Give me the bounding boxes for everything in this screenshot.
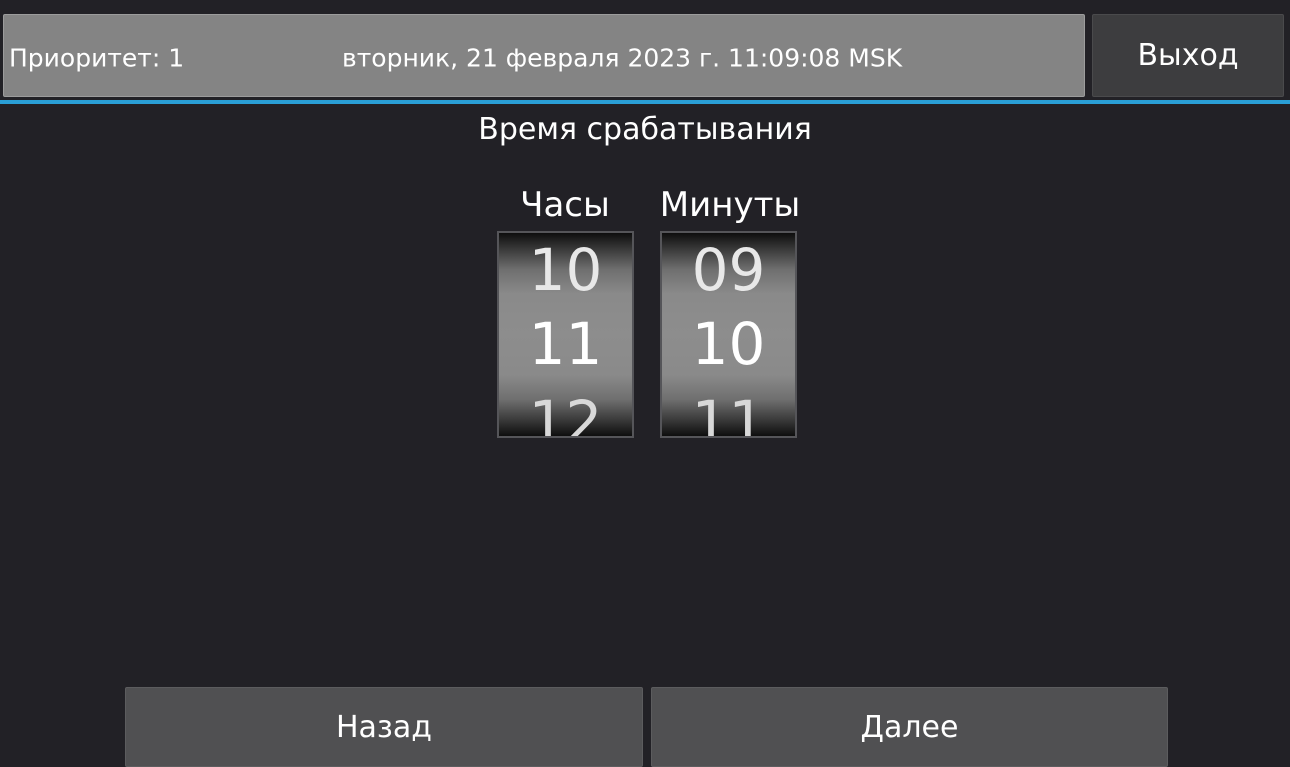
hours-label: Часы: [520, 185, 610, 225]
hours-tumbler[interactable]: 10 11 12: [497, 231, 634, 438]
header-divider: [0, 100, 1290, 104]
minutes-tumbler[interactable]: 09 10 11: [660, 231, 797, 438]
hours-prev-value[interactable]: 10: [499, 241, 632, 299]
priority-indicator: Приоритет: 1: [9, 43, 185, 73]
status-bar: Приоритет: 1 вторник, 21 февраля 2023 г.…: [3, 14, 1085, 97]
back-button[interactable]: Назад: [125, 687, 643, 767]
hours-next-value[interactable]: 12: [499, 393, 632, 436]
minutes-label: Минуты: [659, 185, 801, 225]
screen: Приоритет: 1 вторник, 21 февраля 2023 г.…: [0, 0, 1290, 767]
minutes-selected-value[interactable]: 10: [662, 315, 795, 373]
minutes-next-value[interactable]: 11: [662, 393, 795, 436]
hours-selected-value[interactable]: 11: [499, 315, 632, 373]
page-title: Время срабатывания: [478, 112, 812, 147]
minutes-prev-value[interactable]: 09: [662, 241, 795, 299]
next-button[interactable]: Далее: [651, 687, 1168, 767]
exit-button[interactable]: Выход: [1092, 14, 1284, 97]
current-datetime: вторник, 21 февраля 2023 г. 11:09:08 MSK: [342, 43, 903, 73]
